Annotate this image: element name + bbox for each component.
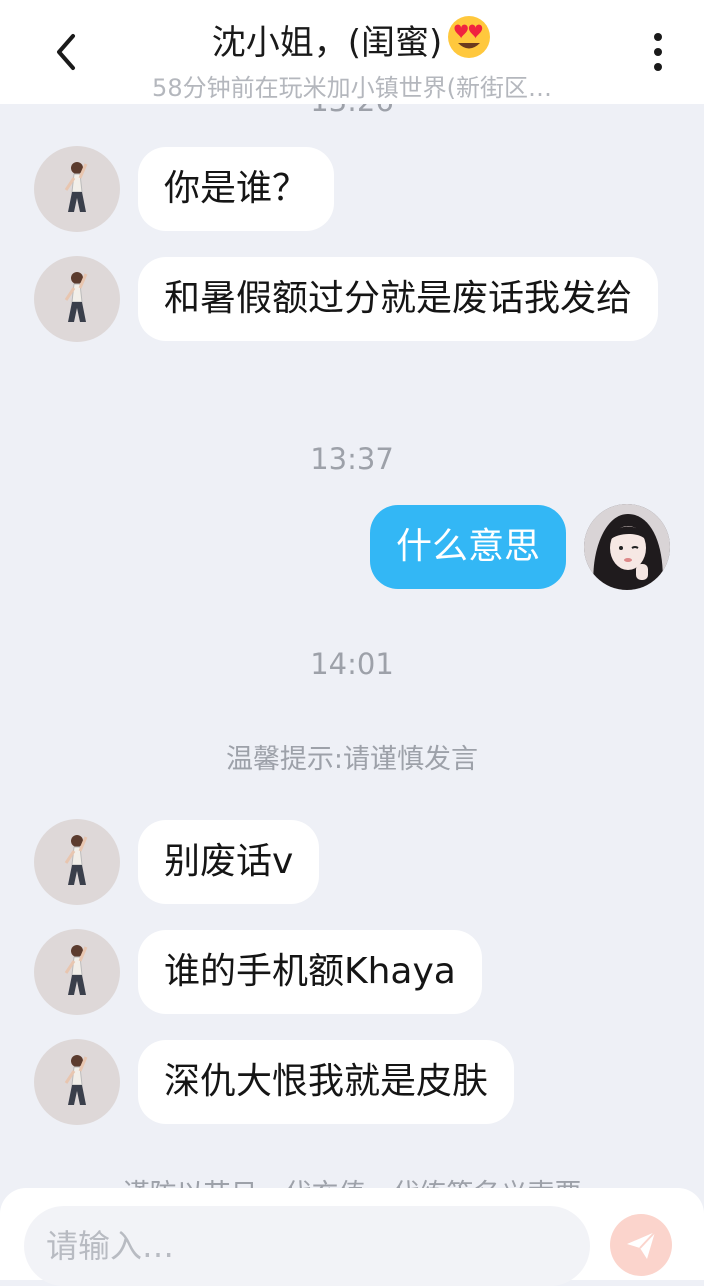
contact-avatar[interactable] (34, 256, 120, 342)
contact-avatar[interactable] (34, 1039, 120, 1125)
message-bubble-outgoing[interactable]: 什么意思 (369, 505, 566, 589)
character-figure-icon (64, 835, 88, 885)
chat-header: 沈小姐，(闺蜜) 58分钟前在玩米加小镇世界(新街区… (0, 0, 704, 104)
more-options-button[interactable] (636, 30, 680, 74)
safety-tip: 温馨提示:请谨慎发言 (225, 744, 479, 775)
message-bubble-incoming[interactable]: 别废话v (138, 820, 320, 904)
send-button[interactable] (610, 1214, 672, 1276)
message-composer (0, 1188, 704, 1286)
message-bubble-incoming[interactable]: 你是谁？ (138, 147, 335, 231)
my-avatar[interactable] (584, 504, 670, 590)
chevron-left-icon (57, 34, 75, 70)
character-figure-icon (64, 162, 88, 212)
character-figure-icon (64, 272, 88, 322)
message-bubble-incoming[interactable]: 谁的手机额Khaya (138, 930, 482, 1014)
contact-avatar[interactable] (34, 819, 120, 905)
contact-avatar[interactable] (34, 929, 120, 1015)
timestamp: 13:37 (310, 442, 394, 476)
more-vertical-icon (654, 33, 662, 71)
paper-plane-icon (627, 1231, 656, 1259)
character-figure-icon (64, 1055, 88, 1105)
user-photo-icon (584, 504, 670, 590)
message-input[interactable] (24, 1206, 590, 1286)
chat-title: 沈小姐，(闺蜜) (211, 22, 443, 63)
chat-title-area[interactable]: 沈小姐，(闺蜜) 58分钟前在玩米加小镇世界(新街区… (120, 14, 584, 103)
message-bubble-incoming[interactable]: 深仇大恨我就是皮肤 (138, 1040, 515, 1124)
timestamp: 14:01 (310, 647, 394, 681)
heart-eyes-emoji-icon (446, 14, 492, 64)
chat-status-subtitle: 58分钟前在玩米加小镇世界(新街区… (152, 74, 552, 102)
message-bubble-incoming[interactable]: 和暑假额过分就是废话我发给 (138, 257, 658, 341)
back-button[interactable] (44, 30, 88, 74)
character-figure-icon (64, 945, 88, 995)
contact-avatar[interactable] (34, 146, 120, 232)
